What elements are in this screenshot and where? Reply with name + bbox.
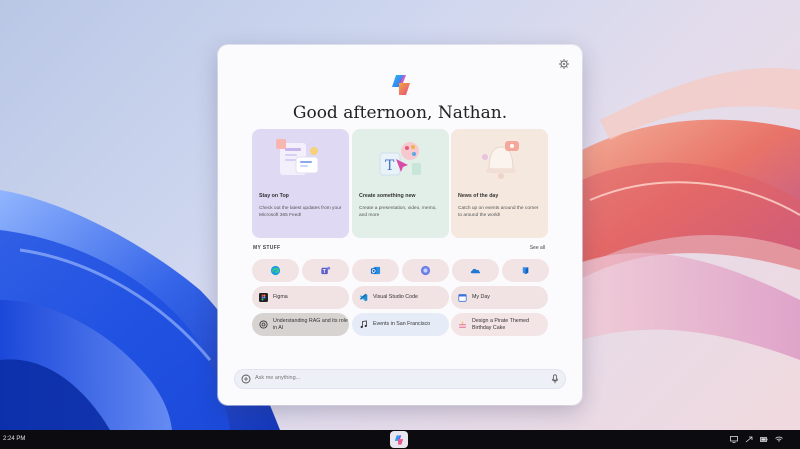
copilot-app-button[interactable] [402,259,449,282]
my-stuff-item-events-sf[interactable]: Events in San Francisco [352,313,449,336]
notes-illustration-icon [252,129,349,189]
battery-icon[interactable] [760,436,768,443]
ask-input[interactable]: Ask me anything... [234,369,566,389]
chat-icon [241,374,251,384]
card-description: Check out the latest updates from your M… [259,206,342,218]
card-title: Stay on Top [259,193,289,199]
card-description: Create a presentation, video, memo, and … [359,206,437,218]
edge-icon [270,265,281,276]
music-icon [359,320,368,329]
share-icon[interactable] [745,436,753,443]
edge-app-button[interactable] [252,259,299,282]
onedrive-icon [470,268,481,274]
taskbar: 2:24 PM [0,430,800,449]
outlook-icon [370,266,381,275]
vscode-icon [359,293,368,302]
card-news-of-the-day[interactable]: News of the day Catch up on events aroun… [451,129,548,238]
bell-illustration-icon [451,129,548,189]
item-label: Figma [273,294,288,301]
copilot-logo-icon [388,72,414,98]
display-icon[interactable] [730,436,738,443]
wifi-icon[interactable] [775,436,783,443]
card-stay-on-top[interactable]: Stay on Top Check out the latest updates… [252,129,349,238]
card-create-something-new[interactable]: T Create something new Create a presenta… [352,129,449,238]
onedrive-app-button[interactable] [452,259,499,282]
azure-app-button[interactable] [502,259,549,282]
copilot-icon [394,434,404,445]
item-label: Visual Studio Code [373,294,418,301]
see-all-link[interactable]: See all [530,245,545,251]
create-illustration-icon: T [352,129,449,189]
item-label: Events in San Francisco [373,321,431,328]
ask-input-placeholder: Ask me anything... [255,375,301,381]
card-description: Catch up on events around the corner to … [458,206,539,218]
copilot-window: Good afternoon, Nathan. Stay on Top Chec… [218,45,582,405]
item-label: Design a Pirate Themed Birthday Cake [472,318,530,331]
copilot-icon [420,265,431,276]
svg-text:T: T [385,158,395,174]
azure-icon [522,267,529,275]
openai-icon [259,320,268,329]
my-stuff-item-figma[interactable]: Figma [252,286,349,309]
teams-icon: T [321,266,331,275]
cake-icon [458,320,467,329]
figma-icon [259,293,268,302]
my-stuff-item-pirate-cake[interactable]: Design a Pirate Themed Birthday Cake [451,313,548,336]
teams-app-button[interactable]: T [302,259,349,282]
outlook-app-button[interactable] [352,259,399,282]
card-title: Create something new [359,193,416,199]
my-stuff-item-my-day[interactable]: My Day [451,286,548,309]
my-stuff-heading: MY STUFF [253,245,281,251]
taskbar-copilot-button[interactable] [390,431,408,448]
taskbar-clock[interactable]: 2:24 PM [3,436,25,442]
microphone-icon[interactable] [551,374,559,384]
gear-icon[interactable] [558,58,570,70]
item-label: My Day [472,294,490,301]
item-label: Understanding RAG and its role in AI [273,318,348,331]
my-stuff-item-vscode[interactable]: Visual Studio Code [352,286,449,309]
card-title: News of the day [458,193,499,199]
my-stuff-item-understanding-rag[interactable]: Understanding RAG and its role in AI [252,313,349,336]
greeting-title: Good afternoon, Nathan. [292,103,508,123]
calendar-icon [458,293,467,302]
